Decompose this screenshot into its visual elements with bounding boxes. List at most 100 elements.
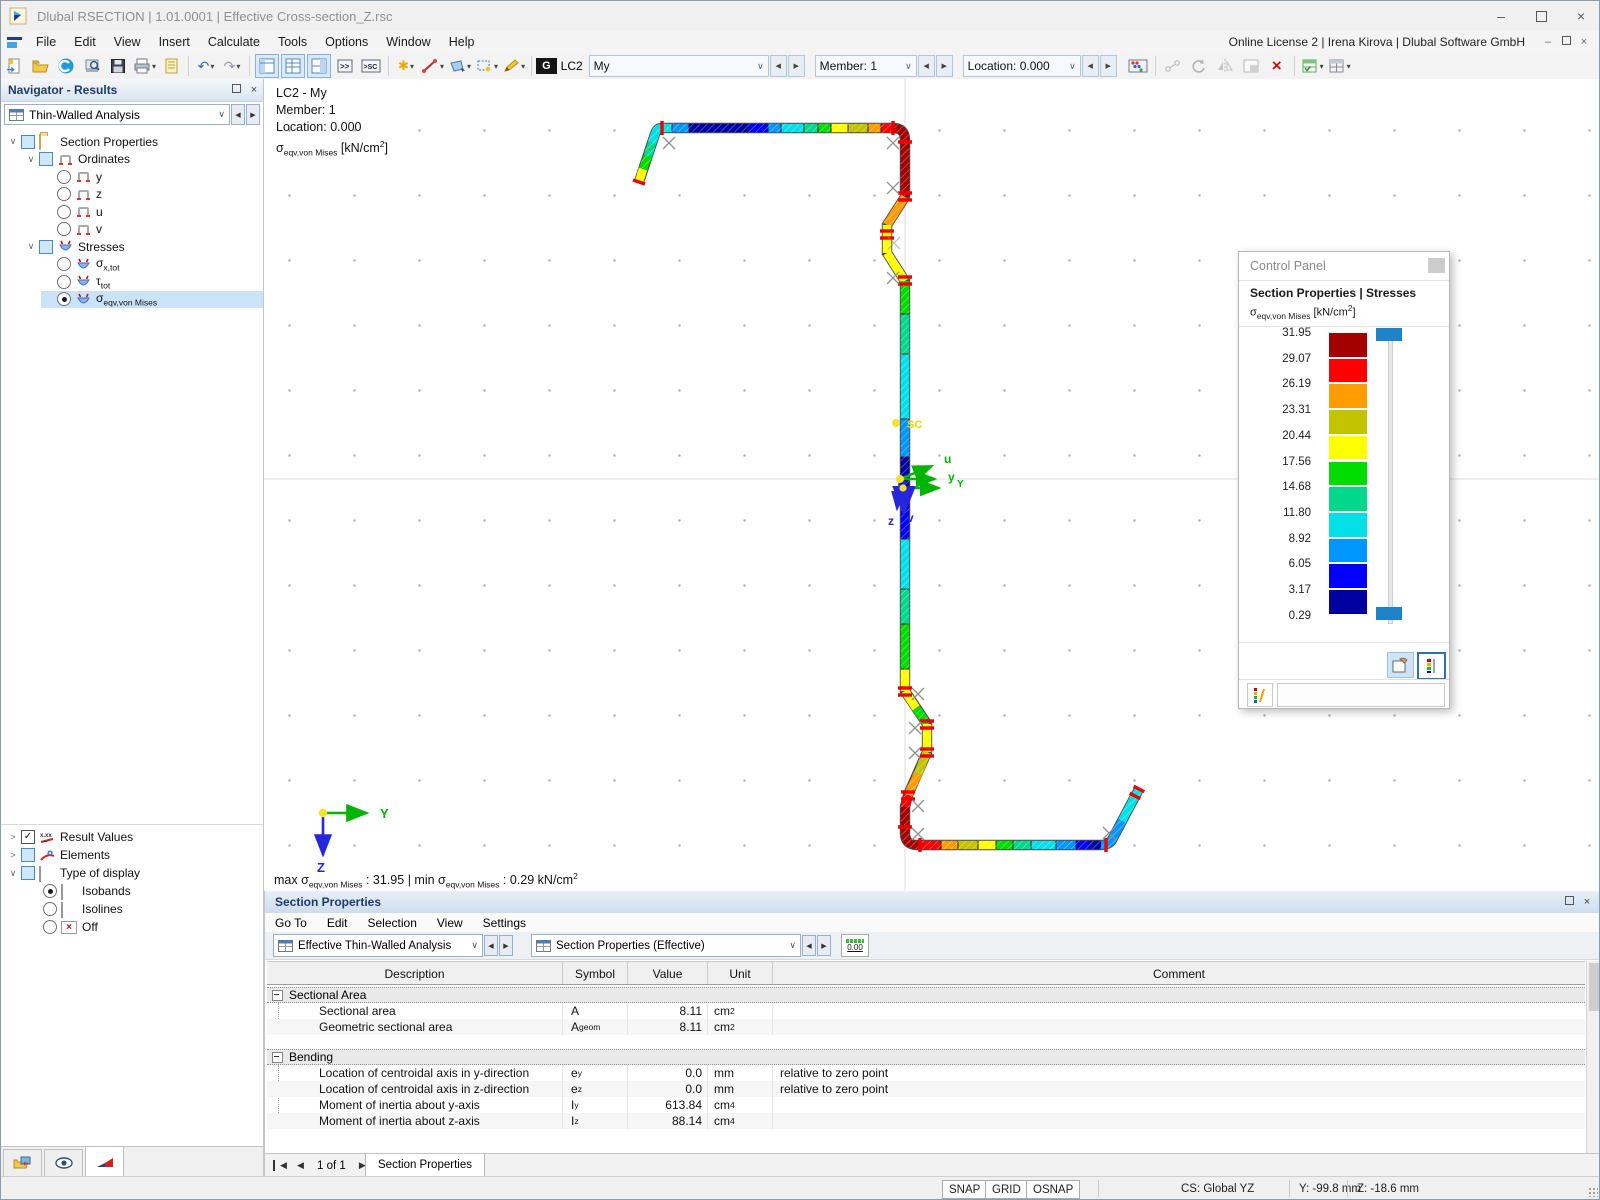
color-scale-tab[interactable] <box>1247 683 1273 707</box>
radio-button[interactable] <box>43 920 57 934</box>
resize-grip[interactable] <box>1588 1187 1598 1197</box>
menu-calculate[interactable]: Calculate <box>199 33 269 51</box>
analysis-prev-button[interactable]: ◀ <box>484 935 498 956</box>
menu-selection[interactable]: Selection <box>358 915 427 931</box>
expander-icon[interactable]: ∨ <box>5 868 21 879</box>
mdi-minimize-button[interactable]: – <box>1539 36 1557 48</box>
rotate-button[interactable] <box>1187 54 1211 78</box>
menu-sp-edit[interactable]: Edit <box>317 915 358 931</box>
table-next-button[interactable]: ▶ <box>817 935 831 956</box>
collapse-icon[interactable] <box>272 989 283 1001</box>
analysis-type-combo[interactable]: Effective Thin-Walled Analysis ∨ <box>273 934 483 957</box>
first-page-button[interactable]: ◀ <box>273 1160 292 1171</box>
radio-button[interactable] <box>57 187 71 202</box>
menu-settings[interactable]: Settings <box>473 915 536 931</box>
snap-toggle[interactable]: SNAP <box>942 1180 988 1199</box>
table-row[interactable]: Moment of inertia about z-axis Iz 88.14 … <box>267 1113 1585 1129</box>
tree-item-ordinate-y[interactable]: y <box>1 168 263 186</box>
select-objects-button[interactable]: ▾ <box>447 54 472 78</box>
load-case-prev-button[interactable]: ◀ <box>769 55 787 77</box>
section-properties-header[interactable]: Section Properties × <box>265 891 1599 914</box>
tree-item-stresses[interactable]: ∨ Stresses <box>1 238 263 256</box>
menu-tools[interactable]: Tools <box>269 33 316 51</box>
panel-close-button[interactable]: × <box>1578 896 1596 908</box>
tab-views[interactable] <box>44 1149 83 1177</box>
panel-options-button[interactable] <box>1387 652 1414 678</box>
prev-page-button[interactable]: ◀ <box>292 1160 309 1171</box>
group-row-sectional-area[interactable]: Sectional Area <box>267 987 1585 1003</box>
delete-results-button[interactable]: × <box>1265 54 1289 78</box>
panel-float-button[interactable] <box>1560 896 1578 908</box>
tree-item-elements[interactable]: > Elements <box>1 846 263 864</box>
tab-section-properties[interactable]: Section Properties <box>365 1154 485 1177</box>
scale-slider-handle-bottom[interactable] <box>1376 607 1402 620</box>
table-row[interactable]: Location of centroidal axis in z-directi… <box>267 1081 1585 1097</box>
color-scale-options-button[interactable] <box>1417 652 1446 680</box>
view-tables-toggle[interactable] <box>281 54 306 78</box>
radio-button[interactable] <box>57 169 71 184</box>
tree-item-isobands[interactable]: Isobands <box>1 882 263 900</box>
checkbox[interactable] <box>39 152 53 167</box>
graphics-canvas[interactable]: SC u y Y z v Y Z LC2 - My Member: 1 Loca… <box>264 79 1599 891</box>
new-object-button[interactable]: ✱ ▾ <box>394 54 418 78</box>
tree-item-ordinates[interactable]: ∨ Ordinates <box>1 151 263 169</box>
member-combo[interactable]: Member: 1 ∨ <box>814 55 917 77</box>
expander-icon[interactable]: ∨ <box>23 241 39 252</box>
close-button[interactable]: × <box>1561 2 1599 30</box>
expander-icon[interactable]: ∨ <box>23 154 39 165</box>
tree-item-section-properties[interactable]: ∨ Section Properties <box>1 133 263 151</box>
location-combo[interactable]: Location: 0.000 ∨ <box>962 55 1081 77</box>
partial-view-button[interactable] <box>1239 54 1263 78</box>
redo-button[interactable]: ↷ ▾ <box>220 54 244 78</box>
menu-sp-view[interactable]: View <box>427 915 473 931</box>
tree-item-sigma-x[interactable]: σx,tot <box>1 256 263 274</box>
load-case-combo[interactable]: My ∨ <box>588 55 769 77</box>
radio-button[interactable] <box>57 222 71 237</box>
radio-button[interactable] <box>43 902 57 916</box>
scale-slider-handle-top[interactable] <box>1376 328 1402 341</box>
menu-view[interactable]: View <box>105 33 150 51</box>
decimal-places-button[interactable]: 0.00 <box>841 934 869 957</box>
mdi-restore-button[interactable] <box>1557 36 1575 48</box>
expander-icon[interactable]: ∨ <box>5 136 21 147</box>
member-next-button[interactable]: ▶ <box>935 55 953 77</box>
navigator-mode-combo[interactable]: Thin-Walled Analysis ∨ <box>4 104 230 125</box>
connect-lines-button[interactable] <box>1161 54 1185 78</box>
grid-toggle[interactable]: GRID <box>985 1180 1028 1199</box>
collapse-icon[interactable] <box>272 1051 283 1063</box>
control-panel-header[interactable]: Control Panel <box>1239 252 1449 281</box>
save-button[interactable] <box>106 54 130 78</box>
new-model-button[interactable] <box>2 54 26 78</box>
radio-button-selected[interactable] <box>43 884 57 898</box>
checkbox-checked[interactable]: ✓ <box>21 830 35 844</box>
minimize-button[interactable]: – <box>1481 2 1521 30</box>
table-scrollbar[interactable] <box>1586 961 1599 1153</box>
edit-pencil-button[interactable]: ▾ <box>501 54 526 78</box>
menu-file[interactable]: File <box>27 33 65 51</box>
menu-options[interactable]: Options <box>316 33 377 51</box>
table-settings-button[interactable]: ▾ <box>1327 54 1352 78</box>
menu-edit[interactable]: Edit <box>65 33 105 51</box>
rsection-link-button[interactable] <box>54 54 78 78</box>
expander-icon[interactable]: > <box>5 850 21 860</box>
console-window-button[interactable]: >> <box>333 54 357 78</box>
mirror-button[interactable] <box>1213 54 1237 78</box>
table-row[interactable]: Sectional area A 8.11 cm 2 <box>267 1003 1585 1019</box>
checkbox[interactable] <box>39 239 53 254</box>
group-row-bending[interactable]: Bending <box>267 1049 1585 1065</box>
location-prev-button[interactable]: ◀ <box>1081 55 1099 77</box>
table-select-combo[interactable]: Section Properties (Effective) ∨ <box>531 934 801 957</box>
checkbox[interactable] <box>21 848 35 862</box>
calculation-button[interactable] <box>1126 54 1150 78</box>
radio-button[interactable] <box>57 274 71 289</box>
radio-button[interactable] <box>57 204 71 219</box>
tree-item-display-off[interactable]: × Off <box>1 918 263 936</box>
tree-item-ordinate-v[interactable]: v <box>1 221 263 239</box>
table-row[interactable]: Location of centroidal axis in y-directi… <box>267 1065 1585 1081</box>
scale-slider-track[interactable] <box>1388 332 1393 624</box>
control-panel-tab-area[interactable] <box>1277 683 1445 707</box>
location-next-button[interactable]: ▶ <box>1099 55 1117 77</box>
menu-go-to[interactable]: Go To <box>265 915 317 931</box>
table-row[interactable]: Geometric sectional area Ageom 8.11 cm 2 <box>267 1019 1585 1035</box>
navigator-next-button[interactable]: ▶ <box>246 104 260 125</box>
